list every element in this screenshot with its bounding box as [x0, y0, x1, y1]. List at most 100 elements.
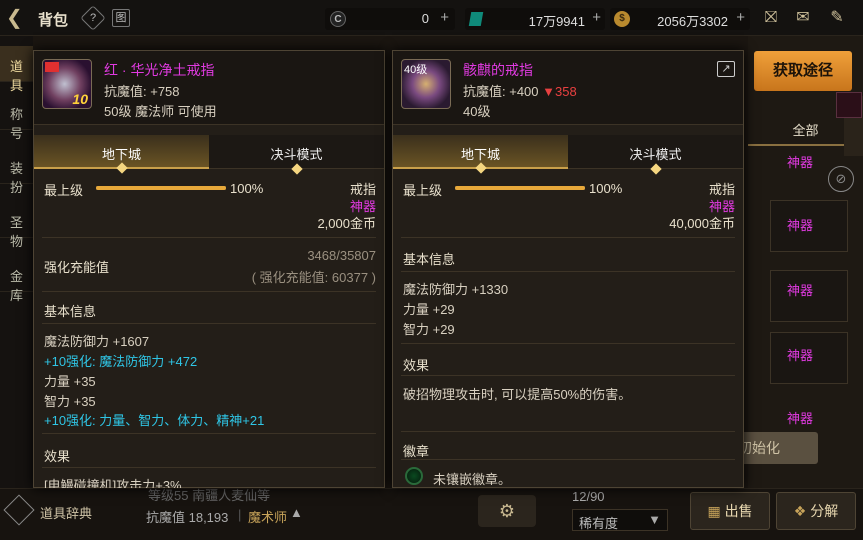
anvil-icon[interactable]: ⚙ — [478, 495, 536, 527]
stat-line: 智力 +29 — [403, 322, 455, 337]
tab-dungeon[interactable]: 地下城 — [393, 135, 568, 174]
effect-title: 效果 — [403, 358, 430, 373]
item-level: 40级 — [463, 104, 491, 119]
item-price: 40,000金币 — [669, 216, 735, 231]
emblem-text: 未镶嵌徽章。 — [433, 472, 512, 487]
decompose-label: 分解 — [810, 503, 839, 519]
item-name: 红 · 华光净土戒指 — [104, 62, 215, 78]
help-icon[interactable]: ? — [80, 5, 106, 31]
mail-icon[interactable]: ✉ — [792, 8, 814, 28]
currency-bar-3: $ 2056万3302 + — [610, 8, 750, 30]
currency-1-value: 0 — [421, 11, 429, 26]
equipped-item-tooltip: 10 红 · 华光净土戒指 抗魔值: +758 50级 魔法师 可使用 地下城 … — [33, 50, 385, 488]
add-currency-1-icon[interactable]: + — [440, 9, 449, 26]
decompose-icon: ❖ — [793, 503, 811, 519]
grade-label: 最上级 — [44, 183, 84, 198]
item-kangmo: 抗魔值: +758 — [104, 84, 180, 99]
chevron-up-icon[interactable]: ▲ — [290, 505, 303, 520]
share-icon[interactable]: ↗ — [717, 61, 735, 77]
diamond-icon — [474, 162, 487, 174]
divider — [401, 343, 735, 344]
level-badge: 40级 — [404, 64, 428, 76]
divider — [42, 433, 376, 434]
page-title: 背包 — [38, 12, 69, 29]
item-kangmo: 抗魔值: +400 ▼358 — [463, 81, 577, 100]
tooltip-header: 10 红 · 华光净土戒指 抗魔值: +758 50级 魔法师 可使用 — [34, 51, 384, 125]
stat-line: +10强化: 力量、智力、体力、精神+21 — [44, 413, 265, 428]
stat-line: 魔法防御力 +1330 — [403, 282, 509, 297]
nav-item-titles[interactable]: 称号 — [0, 94, 33, 141]
slot-rarity-label: 神器 — [787, 348, 814, 363]
divider — [42, 467, 376, 468]
diamond-icon — [290, 163, 303, 175]
add-currency-2-icon[interactable]: + — [592, 9, 601, 26]
kangmo-value: 抗魔值: +400 — [463, 84, 539, 99]
slot-rarity-label: 神器 — [787, 411, 814, 426]
ring-item-icon: 40级 — [401, 59, 451, 109]
top-bar: ❮ 背包 ? 图 C 0 + 17万9941 + $ 2056万3302 + ⛝… — [0, 0, 863, 36]
decompose-button[interactable]: ❖ 分解 — [776, 492, 856, 530]
grade-percent: 100% — [589, 181, 623, 196]
ring-item-icon: 10 — [42, 59, 92, 109]
sell-button[interactable]: ▦ 出售 — [690, 492, 770, 530]
mode-tabs: 地下城 决斗模式 — [34, 135, 384, 175]
enhance-level-badge: 10 — [72, 91, 88, 107]
boost-charge-value: 3468/35807 — [307, 248, 376, 263]
divider — [401, 271, 735, 272]
item-thumbnail — [836, 92, 862, 118]
grade-percent: 100% — [230, 181, 264, 196]
divider — [42, 323, 376, 324]
tab-dungeon-label: 地下城 — [460, 147, 500, 162]
sell-label: 出售 — [724, 503, 753, 519]
item-dictionary-label[interactable]: 道具辞典 — [40, 503, 92, 522]
grade-bar-fill — [455, 186, 585, 190]
item-name: 骸麒的戒指 — [463, 62, 533, 78]
divider: | — [238, 507, 242, 522]
stat-line: +10强化: 魔法防御力 +472 — [44, 354, 198, 369]
add-currency-3-icon[interactable]: + — [736, 9, 745, 26]
currency-bar-1: C 0 + — [325, 8, 455, 30]
divider — [401, 237, 735, 238]
boost-charge-label: 强化充能值 — [44, 260, 110, 275]
acquire-route-button[interactable]: 获取途径 — [754, 51, 852, 91]
slot-rarity-label: 神器 — [787, 155, 814, 170]
divider — [42, 291, 376, 292]
stat-line: 魔法防御力 +1607 — [44, 334, 150, 349]
chat-icon[interactable]: ✎ — [826, 8, 848, 28]
stat-line: 智力 +35 — [44, 394, 96, 409]
nav-item-avatar[interactable]: 装扮 — [0, 148, 33, 195]
nav-item-vault[interactable]: 金库 — [0, 256, 33, 303]
disable-icon[interactable]: ⊘ — [828, 166, 854, 192]
grade-bar — [96, 186, 226, 190]
gold-coin-icon: $ — [614, 11, 630, 27]
tab-duel-label: 决斗模式 — [629, 147, 682, 162]
divider — [401, 459, 735, 460]
book-icon[interactable]: 图 — [112, 9, 130, 27]
dictionary-icon[interactable] — [3, 494, 35, 526]
rarity-select[interactable]: 稀有度 ▼ — [572, 509, 668, 531]
shop-icon[interactable]: ⛝ — [760, 8, 782, 28]
divider — [401, 375, 735, 376]
sell-icon: ▦ — [707, 503, 725, 519]
basic-info-title: 基本信息 — [44, 304, 97, 319]
basic-info-title: 基本信息 — [403, 252, 456, 267]
tab-dungeon[interactable]: 地下城 — [34, 135, 209, 174]
tab-duel[interactable]: 决斗模式 — [568, 135, 743, 175]
item-badge — [45, 62, 59, 72]
back-arrow-icon[interactable]: ❮ — [6, 6, 30, 30]
kangmo-diff: ▼358 — [542, 84, 577, 99]
currency-2-value: 17万9941 — [528, 14, 585, 29]
tab-duel[interactable]: 决斗模式 — [209, 135, 384, 175]
slot-rarity-label: 神器 — [787, 283, 814, 298]
nav-item-relics[interactable]: 圣物 — [0, 202, 33, 249]
nav-item-items[interactable]: 道具 — [0, 46, 33, 93]
currency-bar-2: 17万9941 + — [465, 8, 605, 30]
grade-bar-fill — [96, 186, 226, 190]
job-label: 魔术师 — [248, 510, 288, 525]
mode-tabs: 地下城 决斗模式 — [393, 135, 743, 175]
item-price: 2,000金币 — [317, 216, 376, 231]
tooltip-header: 40级 骸麒的戒指 抗魔值: +400 ▼358 40级 ↗ — [393, 51, 743, 125]
emblem-title: 徽章 — [403, 444, 430, 459]
tab-duel-label: 决斗模式 — [270, 147, 323, 162]
emblem-slot-icon — [405, 467, 423, 485]
